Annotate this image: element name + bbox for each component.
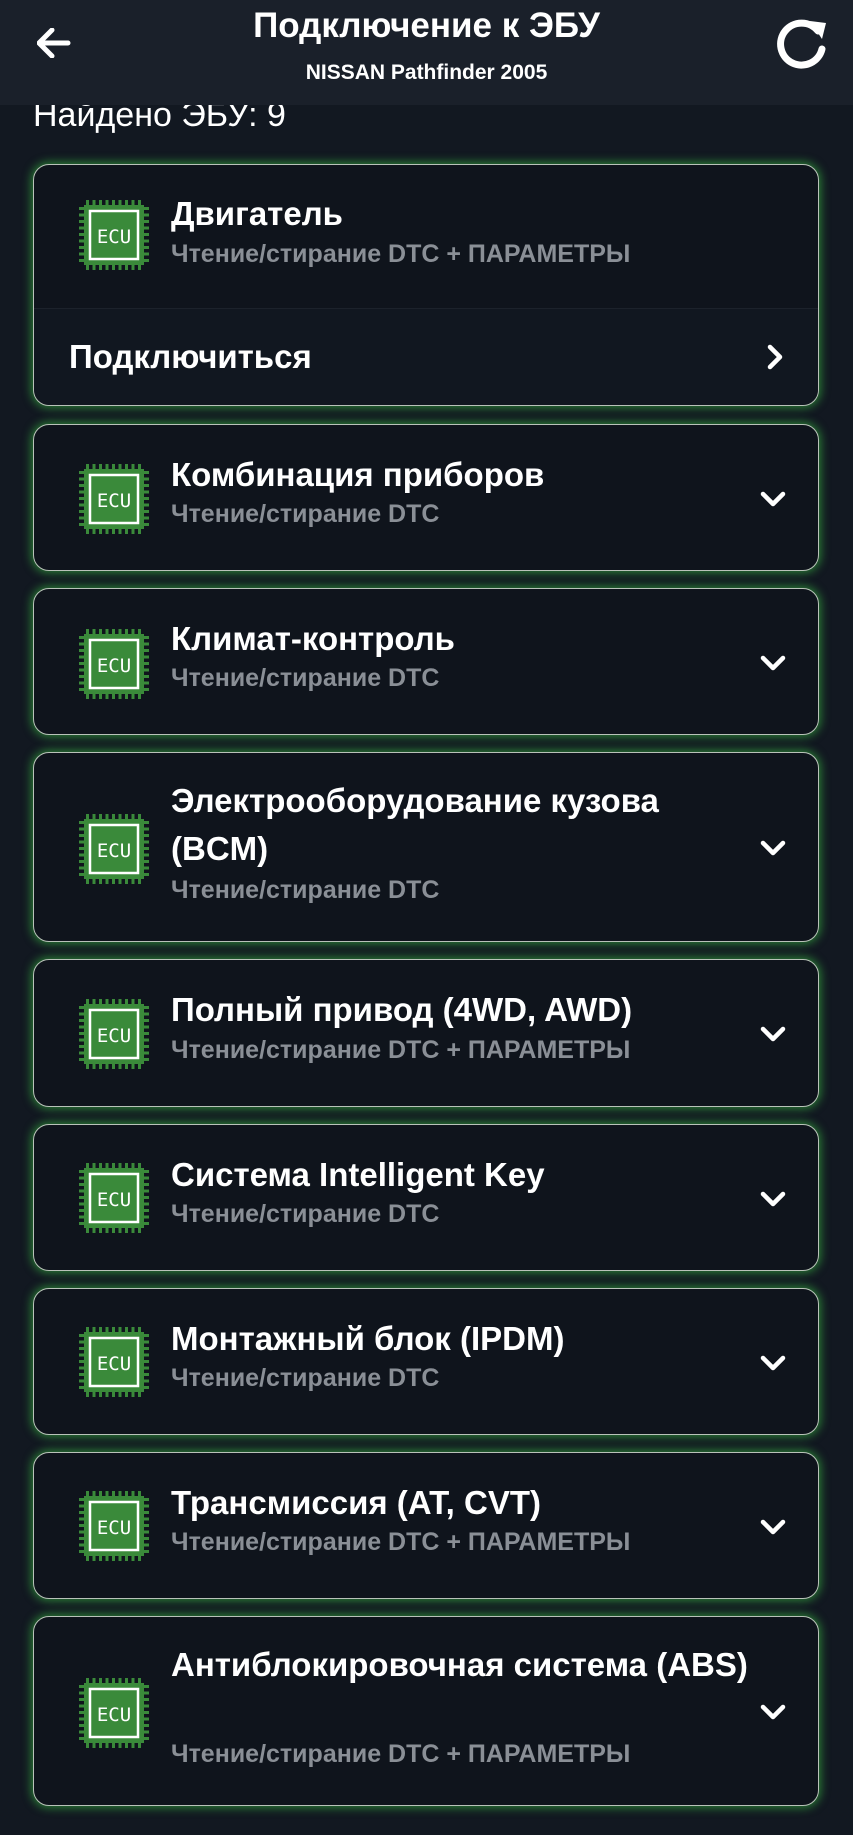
chevron-right-icon — [767, 344, 783, 370]
chevron-down-icon[interactable] — [756, 831, 790, 865]
ecu-chip-icon: ECU — [79, 814, 149, 884]
chevron-down-icon[interactable] — [756, 1510, 790, 1544]
ecu-capabilities: Чтение/стирание DTC — [171, 1200, 440, 1228]
page-title: Подключение к ЭБУ — [253, 6, 600, 45]
ecu-title: Система Intelligent Key — [171, 1156, 545, 1193]
ecu-card[interactable]: ECU Двигатель Чтение/стирание DTC + ПАРАМЕ… — [33, 164, 819, 406]
ecu-card[interactable]: ECU Антиблокировочная система (ABS) Чтение… — [33, 1616, 819, 1806]
ecu-chip-label: ECU — [97, 840, 131, 862]
app-header: Подключение к ЭБУ NISSAN Pathfinder 2005 — [0, 0, 853, 105]
ecu-chip-label: ECU — [97, 1025, 131, 1047]
ecu-card[interactable]: ECU Комбинация приборов Чтение/стирание DT… — [33, 424, 819, 571]
ecu-card[interactable]: ECU Климат-контроль Чтение/стирание DTC — [33, 588, 819, 735]
chevron-down-icon[interactable] — [756, 1017, 790, 1051]
ecu-title: Комбинация приборов — [171, 456, 545, 493]
ecu-chip-icon: ECU — [79, 1163, 149, 1233]
ecu-capabilities: Чтение/стирание DTC — [171, 876, 440, 904]
ecu-chip-icon: ECU — [79, 1491, 149, 1561]
ecu-capabilities: Чтение/стирание DTC + ПАРАМЕТРЫ — [171, 1036, 631, 1064]
ecu-card[interactable]: ECU Монтажный блок (IPDM) Чтение/стирание … — [33, 1288, 819, 1435]
ecu-card[interactable]: ECU Трансмиссия (AT, CVT) Чтение/стирание … — [33, 1452, 819, 1599]
ecu-capabilities: Чтение/стирание DTC + ПАРАМЕТРЫ — [171, 240, 631, 268]
ecu-title: Полный привод (4WD, AWD) — [171, 991, 633, 1028]
ecu-chip-icon: ECU — [79, 200, 149, 270]
ecu-card[interactable]: ECU Полный привод (4WD, AWD) Чтение/стиран… — [33, 959, 819, 1107]
ecu-chip-label: ECU — [97, 1189, 131, 1211]
chevron-down-icon[interactable] — [756, 646, 790, 680]
ecu-chip-icon: ECU — [79, 464, 149, 534]
ecu-chip-icon: ECU — [79, 1327, 149, 1397]
connect-label: Подключиться — [69, 338, 312, 375]
ecu-capabilities: Чтение/стирание DTC — [171, 1364, 440, 1392]
ecu-title: Монтажный блок (IPDM) — [171, 1320, 565, 1357]
ecu-card[interactable]: ECU Система Intelligent Key Чтение/стирани… — [33, 1124, 819, 1271]
ecu-chip-label: ECU — [97, 226, 131, 248]
ecu-chip-label: ECU — [97, 1704, 131, 1726]
ecu-title: Трансмиссия (AT, CVT) — [171, 1484, 542, 1521]
ecu-chip-icon: ECU — [79, 1678, 149, 1748]
ecu-capabilities: Чтение/стирание DTC — [171, 664, 440, 692]
refresh-button[interactable] — [771, 14, 833, 76]
ecu-title: Антиблокировочная система (ABS) — [171, 1646, 748, 1683]
chevron-down-icon[interactable] — [756, 482, 790, 516]
ecu-capabilities: Чтение/стирание DTC + ПАРАМЕТРЫ — [171, 1528, 631, 1556]
ecu-card[interactable]: ECU Электрооборудование кузова (BCM) Чтени… — [33, 752, 819, 942]
ecu-chip-label: ECU — [97, 1517, 131, 1539]
chevron-down-icon[interactable] — [756, 1182, 790, 1216]
vehicle-subtitle: NISSAN Pathfinder 2005 — [305, 61, 548, 84]
ecu-title: Климат-контроль — [171, 620, 455, 657]
ecu-title: Электрооборудование кузова (BCM) — [171, 782, 659, 867]
ecu-capabilities: Чтение/стирание DTC — [171, 500, 440, 528]
connect-button[interactable]: Подключиться — [34, 308, 818, 405]
ecu-title: Двигатель — [171, 195, 343, 232]
ecu-chip-icon: ECU — [79, 629, 149, 699]
ecu-chip-label: ECU — [97, 655, 131, 677]
refresh-icon — [777, 19, 826, 69]
ecu-chip-label: ECU — [97, 1353, 131, 1375]
ecu-capabilities: Чтение/стирание DTC + ПАРАМЕТРЫ — [171, 1740, 631, 1768]
chevron-down-icon[interactable] — [756, 1695, 790, 1729]
ecu-chip-icon: ECU — [79, 999, 149, 1069]
ecu-chip-label: ECU — [97, 490, 131, 512]
chevron-down-icon[interactable] — [756, 1346, 790, 1380]
